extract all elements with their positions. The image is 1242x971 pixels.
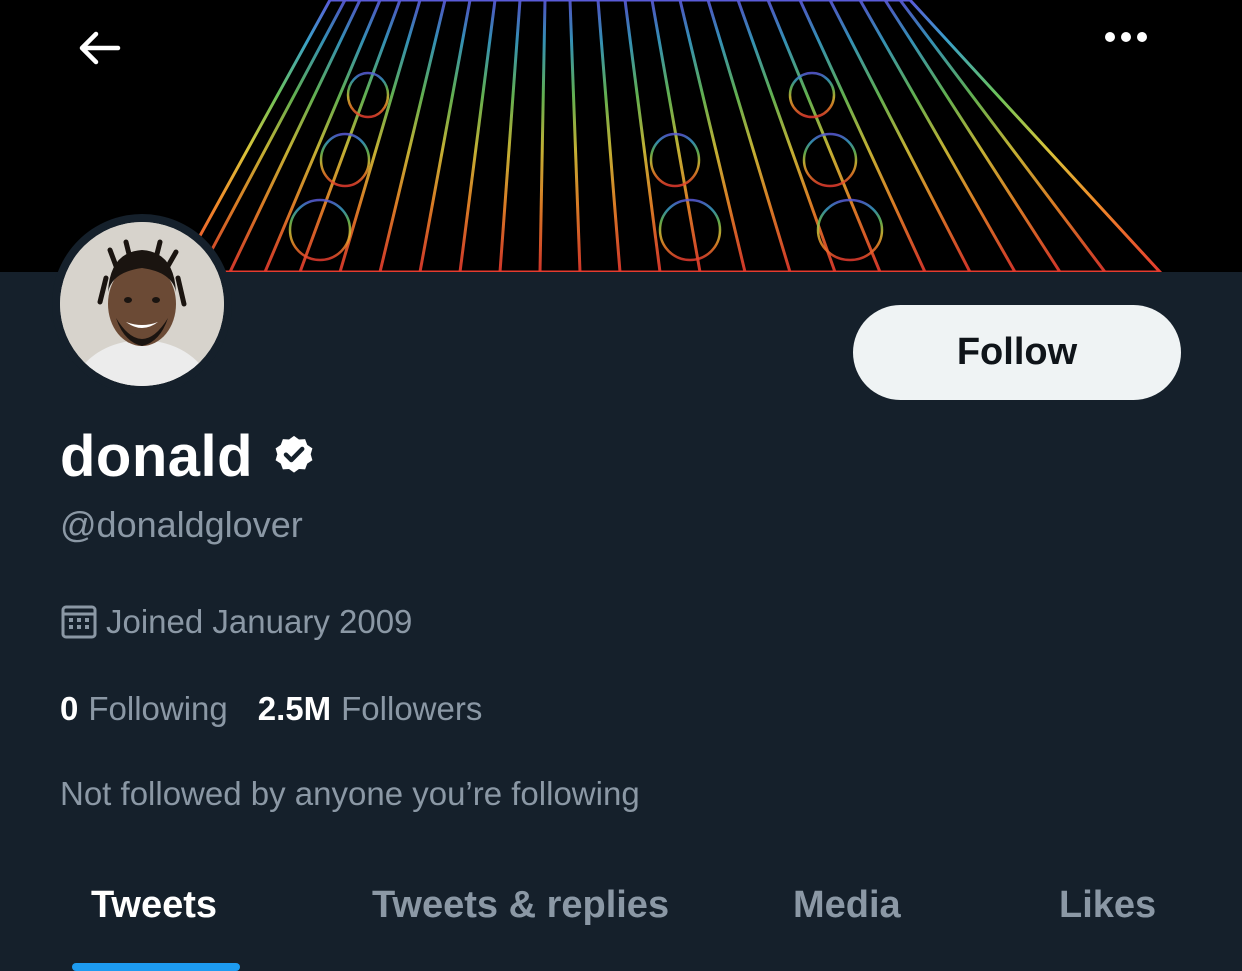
calendar-icon — [61, 605, 97, 639]
name-row: donald — [60, 420, 317, 492]
follow-button[interactable]: Follow — [853, 305, 1181, 400]
mutual-followers-note: Not followed by anyone you’re following — [60, 775, 640, 812]
following-label: Following — [88, 690, 228, 727]
tab-tweets[interactable]: Tweets — [91, 884, 217, 927]
active-tab-indicator — [72, 963, 240, 971]
follow-stats: 0 Following 2.5M Followers — [60, 690, 482, 728]
avatar-image — [60, 222, 224, 386]
tab-tweets-and-replies[interactable]: Tweets & replies — [372, 884, 669, 927]
more-options-button[interactable] — [1104, 30, 1164, 80]
join-date-text: Joined January 2009 — [106, 603, 413, 640]
following-count: 0 — [60, 690, 79, 727]
arrow-left-icon — [79, 31, 121, 65]
profile-tabs: Tweets Tweets & replies Media Likes — [0, 860, 1242, 971]
followers-label: Followers — [341, 690, 483, 727]
avatar[interactable] — [60, 222, 224, 386]
tab-likes[interactable]: Likes — [1059, 884, 1156, 927]
tab-media[interactable]: Media — [793, 884, 901, 927]
followers-stat[interactable]: 2.5M Followers — [258, 690, 483, 728]
display-name: donald — [60, 423, 254, 489]
following-stat[interactable]: 0 Following — [60, 690, 228, 728]
verified-badge-icon[interactable] — [271, 433, 317, 479]
user-handle: @donaldglover — [60, 504, 303, 545]
followers-count: 2.5M — [257, 690, 332, 727]
join-date: Joined January 2009 — [60, 603, 412, 641]
more-horizontal-icon — [1105, 32, 1147, 42]
back-button[interactable] — [78, 30, 138, 80]
avatar-frame — [52, 214, 232, 394]
